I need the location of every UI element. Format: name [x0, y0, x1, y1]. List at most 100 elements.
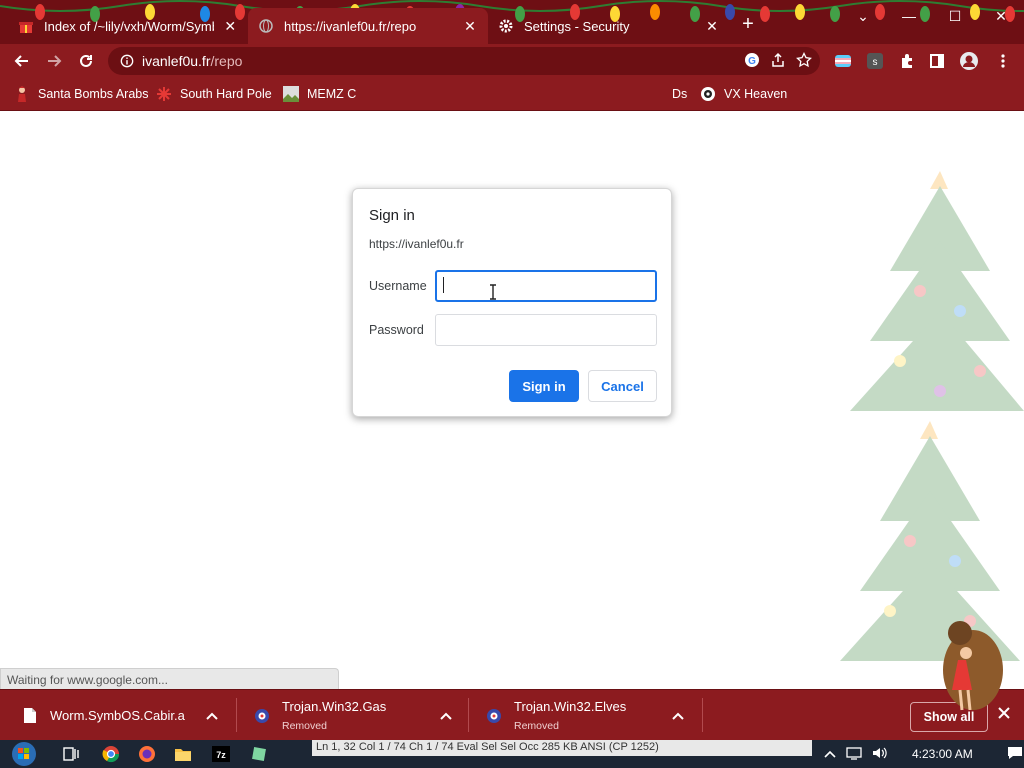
google-lens-icon[interactable]: G [744, 52, 760, 71]
chevron-up-icon[interactable] [206, 708, 218, 723]
network-icon[interactable] [846, 746, 862, 763]
chrome-taskbar-icon[interactable] [100, 744, 122, 764]
bookmark-santa-bombs-arabs[interactable]: Santa Bombs Arabs [14, 78, 148, 110]
file-icon [22, 708, 38, 724]
download-name: Worm.SymbOS.Cabir.a [50, 707, 185, 723]
tab-search-button[interactable]: ⌄ [840, 0, 886, 32]
url-path: /repo [210, 53, 243, 69]
download-name: Trojan.Win32.Gas [282, 698, 387, 714]
window-controls: ⌄ — ☐ ✕ [840, 0, 1024, 32]
clock[interactable]: 4:23:00 AM [912, 747, 973, 761]
forward-button[interactable] [38, 46, 70, 76]
arrow-right-icon [48, 55, 62, 67]
divider [468, 698, 469, 732]
vx-heaven-icon [700, 86, 716, 102]
bookmark-star-icon[interactable] [796, 51, 812, 71]
dialog-title: Sign in [369, 207, 415, 224]
bookmark-label: Ds [672, 87, 688, 101]
divider [702, 698, 703, 732]
download-status: Removed [514, 719, 559, 732]
address-bar[interactable]: ivanlef0u.fr/repo G [108, 47, 820, 75]
new-tab-button[interactable]: + [737, 14, 759, 36]
desktop-mascot-figure [943, 621, 1003, 711]
background-window-statusbar: Ln 1, 32 Col 1 / 74 Ch 1 / 74 Eval Sel S… [312, 740, 812, 756]
close-tab-icon[interactable]: ✕ [222, 18, 238, 35]
url-host: ivanlef0u.fr [142, 53, 211, 69]
reload-button[interactable] [70, 46, 102, 76]
app-taskbar-icon[interactable] [248, 744, 270, 764]
share-icon[interactable] [770, 52, 786, 71]
password-label: Password [369, 323, 424, 337]
close-window-button[interactable]: ✕ [978, 0, 1024, 32]
divider [236, 698, 237, 732]
svg-text:G: G [748, 56, 756, 67]
bookmarks-bar: Santa Bombs Arabs South Hard Pole MEMZ C… [0, 78, 1024, 111]
notifications-icon[interactable] [1007, 746, 1023, 763]
download-item[interactable]: Trojan.Win32.Elves Removed [486, 690, 702, 741]
tab-title: Settings - Security [524, 18, 630, 34]
page-content: Sign in https://ivanlef0u.fr Username Pa… [0, 111, 1024, 689]
download-name: Trojan.Win32.Elves [514, 698, 627, 714]
bookmark-label: VX Heaven [724, 87, 788, 101]
gift-icon [18, 18, 34, 34]
tab-strip: Index of /~lily/vxh/Worm/Symb ✕ https://… [0, 0, 1024, 44]
chevron-up-icon[interactable] [672, 708, 684, 723]
bookmark-memz[interactable]: MEMZ C [283, 78, 356, 110]
download-item[interactable]: Worm.SymbOS.Cabir.a [22, 690, 236, 741]
close-tab-icon[interactable]: ✕ [704, 18, 720, 35]
svg-text:7z: 7z [216, 750, 226, 760]
red-snowflake-icon [156, 86, 172, 102]
tab-title: Index of /~lily/vxh/Worm/Symb [44, 18, 215, 34]
cancel-button[interactable]: Cancel [588, 370, 657, 402]
bookmark-ds[interactable]: Ds [672, 78, 687, 110]
maximize-button[interactable]: ☐ [932, 0, 978, 32]
tab-worm-index[interactable]: Index of /~lily/vxh/Worm/Symb ✕ [8, 8, 248, 44]
info-icon[interactable] [120, 54, 134, 68]
tab-settings-security[interactable]: Settings - Security ✕ [488, 8, 730, 44]
windows-taskbar: 7z Ln 1, 32 Col 1 / 74 Ch 1 / 74 Eval Se… [0, 740, 1024, 768]
s-extension-icon[interactable]: s [864, 50, 886, 72]
reload-icon [80, 54, 92, 67]
status-bubble: Waiting for www.google.com... [0, 668, 339, 689]
tab-ivanlef0u-repo[interactable]: https://ivanlef0u.fr/repo ✕ [248, 8, 488, 44]
ibeam-cursor-icon [490, 284, 496, 300]
firefox-taskbar-icon[interactable] [136, 744, 158, 764]
bookmark-vx-heaven[interactable]: VX Heaven [700, 78, 787, 110]
chevron-up-icon[interactable] [440, 708, 452, 723]
globe-icon [258, 18, 274, 34]
puzzle-extensions-icon[interactable] [896, 50, 918, 72]
task-view-icon[interactable] [60, 744, 82, 764]
gear-icon [498, 18, 514, 34]
side-panel-icon[interactable] [926, 50, 948, 72]
downloads-shelf: Worm.SymbOS.Cabir.a Trojan.Win32.Gas Rem… [0, 689, 1024, 740]
back-button[interactable] [6, 46, 38, 76]
minimize-button[interactable]: — [886, 0, 932, 32]
file-explorer-icon[interactable] [172, 744, 194, 764]
bookmark-label: Santa Bombs Arabs [38, 87, 149, 101]
start-button[interactable] [6, 740, 42, 768]
download-item[interactable]: Trojan.Win32.Gas Removed [254, 690, 468, 741]
windows-logo-icon [12, 742, 36, 766]
volume-icon[interactable] [872, 746, 888, 763]
christmas-tree-decoration [840, 171, 1024, 661]
santa-figure-icon [14, 86, 30, 102]
bookmark-south-hard-pole[interactable]: South Hard Pole [156, 78, 272, 110]
password-input[interactable] [435, 314, 657, 346]
trans-flag-extension-icon[interactable] [832, 50, 854, 72]
svg-text:s: s [873, 57, 878, 68]
tab-title: https://ivanlef0u.fr/repo [284, 18, 417, 34]
vx-heaven-icon [254, 708, 270, 724]
seven-zip-icon[interactable]: 7z [210, 744, 232, 764]
bookmark-label: MEMZ C [307, 87, 357, 101]
close-tab-icon[interactable]: ✕ [462, 18, 478, 35]
sign-in-dialog: Sign in https://ivanlef0u.fr Username Pa… [352, 188, 672, 417]
username-input[interactable] [435, 270, 657, 302]
tray-overflow-chevron-icon[interactable] [824, 747, 836, 761]
image-thumbnail-icon [283, 86, 299, 102]
system-tray: 4:23:00 AM [824, 740, 1023, 768]
menu-kebab-icon[interactable] [992, 50, 1014, 72]
profile-avatar-icon[interactable] [958, 50, 980, 72]
text-caret [443, 277, 444, 293]
bookmark-label: South Hard Pole [180, 87, 272, 101]
sign-in-button[interactable]: Sign in [509, 370, 579, 402]
